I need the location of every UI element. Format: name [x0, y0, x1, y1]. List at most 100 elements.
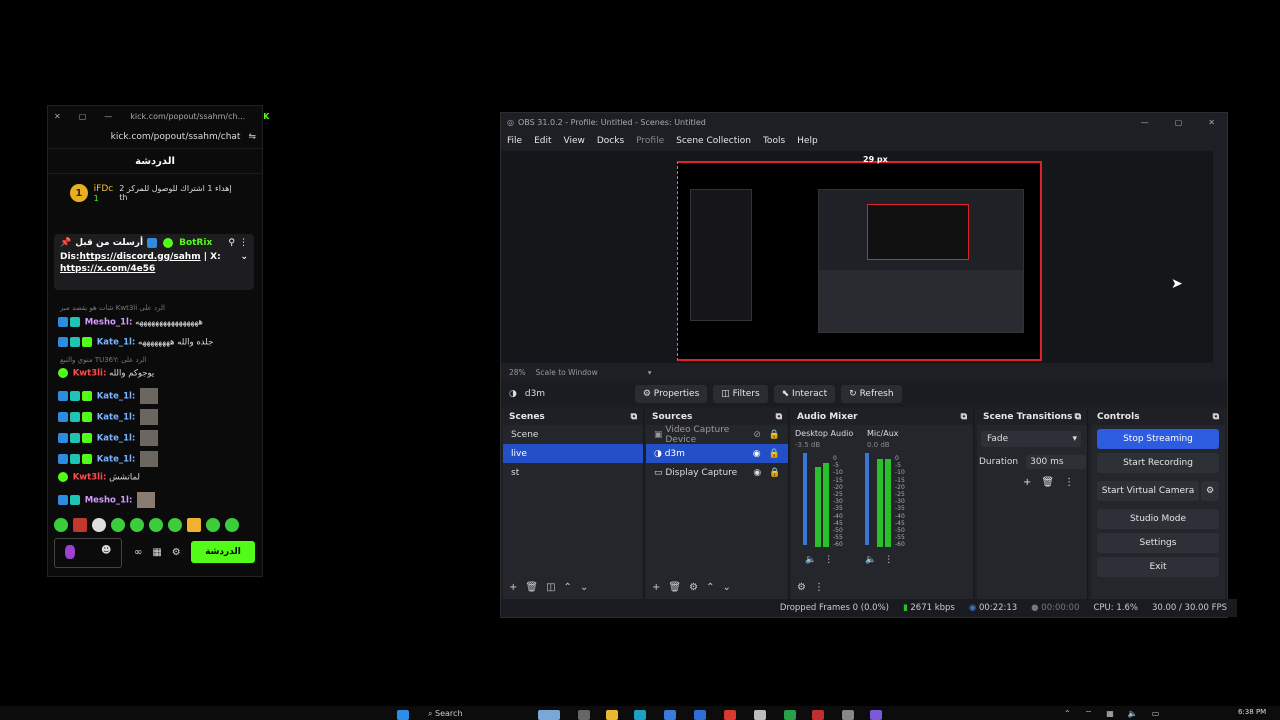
trash-icon[interactable]: 🗑	[668, 582, 681, 593]
hidden-eye-icon[interactable]: ⊘	[753, 430, 761, 440]
refresh-button[interactable]: ↻ Refresh	[841, 385, 902, 403]
mail-icon[interactable]	[694, 710, 706, 720]
message-user[interactable]: Kwt3li:	[73, 369, 107, 379]
exit-button[interactable]: Exit	[1097, 557, 1219, 577]
undock-icon[interactable]: ⧉	[1213, 412, 1219, 422]
emote-icon[interactable]	[73, 518, 87, 532]
transition-type-select[interactable]: Fade ▾	[981, 431, 1081, 447]
arrow-up-icon[interactable]: ⌃	[706, 582, 714, 593]
chevron-up-icon[interactable]: ⌃	[1064, 709, 1085, 718]
chat-url-bar[interactable]: kick.com/popout/ssahm/chat ⇋	[48, 126, 262, 149]
menu-docks[interactable]: Docks	[597, 136, 624, 146]
dropdown-arrow-icon[interactable]: ▾	[648, 368, 652, 377]
program-canvas[interactable]	[677, 161, 1042, 361]
send-chat-button[interactable]: الدردشة	[191, 541, 255, 563]
studio-mode-button[interactable]: Studio Mode	[1097, 509, 1219, 529]
expand-chevron-icon[interactable]: ⌄	[240, 252, 248, 262]
windows-start-icon[interactable]	[397, 710, 409, 720]
preview-area[interactable]: 29 px	[501, 151, 1213, 363]
app-icon[interactable]	[754, 710, 766, 720]
start-recording-button[interactable]: Start Recording	[1097, 453, 1219, 473]
app-icon[interactable]	[812, 710, 824, 720]
emote-icon[interactable]	[111, 518, 125, 532]
trash-icon[interactable]: 🗑	[525, 582, 538, 593]
maximize-icon[interactable]: ▢	[1175, 118, 1183, 127]
taskbar-search[interactable]: ⌕ Search	[428, 709, 463, 719]
emote-icon[interactable]	[187, 518, 201, 532]
undock-icon[interactable]: ⧉	[961, 412, 967, 422]
arrow-down-icon[interactable]: ⌄	[580, 582, 588, 593]
settings-button[interactable]: Settings	[1097, 533, 1219, 553]
add-icon[interactable]: +	[652, 582, 660, 593]
source-item[interactable]: ▭ Display Capture ◉ 🔒	[646, 463, 788, 482]
settings-gear-icon[interactable]: ⚙	[172, 547, 191, 558]
sub-goal-banner[interactable]: 1 iFDc 1 إهداء 1 اشتراك للوصول للمركز 2 …	[48, 174, 262, 212]
pinned-discord-link[interactable]: https://discord.gg/sahm	[80, 252, 201, 262]
chrome-icon[interactable]	[724, 710, 736, 720]
eye-icon[interactable]: ◉	[753, 449, 761, 459]
mic-volume-slider[interactable]	[865, 453, 869, 545]
clock[interactable]: 6:38 PM	[1238, 708, 1266, 716]
more-options-icon[interactable]: ⋮	[884, 555, 901, 565]
menu-help[interactable]: Help	[797, 136, 818, 146]
virtual-camera-gear-icon[interactable]: ⚙	[1201, 481, 1219, 501]
stop-streaming-button[interactable]: Stop Streaming	[1097, 429, 1219, 449]
emote-icon[interactable]	[206, 518, 220, 532]
widgets-icon[interactable]	[538, 710, 560, 720]
message-user[interactable]: Mesho_1l:	[85, 318, 133, 328]
maximize-icon[interactable]: ▢	[79, 112, 87, 121]
add-icon[interactable]: +	[509, 582, 517, 593]
interact-button[interactable]: ⬉ Interact	[773, 385, 836, 403]
close-icon[interactable]: ✕	[1208, 118, 1215, 127]
filters-button[interactable]: ◫ Filters	[713, 385, 768, 403]
network-icon[interactable]: ⌔	[1085, 709, 1107, 718]
emote-icon[interactable]	[130, 518, 144, 532]
more-options-icon[interactable]: ⋮	[814, 582, 824, 593]
message-user[interactable]: Kate_1l:	[97, 434, 136, 444]
more-options-icon[interactable]: ⋮	[239, 238, 248, 248]
minimize-icon[interactable]: —	[104, 112, 112, 121]
message-user[interactable]: Kate_1l:	[97, 392, 136, 402]
file-explorer-icon[interactable]	[606, 710, 618, 720]
scene-item[interactable]: st	[503, 463, 643, 482]
undock-icon[interactable]: ⧉	[776, 412, 782, 422]
source-item[interactable]: ▣ Video Capture Device ⊘ 🔒	[646, 425, 788, 445]
scene-item[interactable]: Scene	[503, 425, 643, 444]
close-icon[interactable]: ✕	[54, 112, 61, 121]
emote-icon[interactable]	[54, 518, 68, 532]
undock-icon[interactable]: ⧉	[631, 412, 637, 422]
task-view-icon[interactable]	[578, 710, 590, 720]
undock-icon[interactable]: ⧉	[1075, 412, 1081, 422]
message-user[interactable]: Kwt3li:	[73, 473, 107, 483]
menu-scene-collection[interactable]: Scene Collection	[676, 136, 751, 146]
properties-button[interactable]: ⚙ Properties	[634, 385, 708, 403]
start-virtual-camera-button[interactable]: Start Virtual Camera	[1097, 481, 1199, 501]
arrow-down-icon[interactable]: ⌄	[722, 582, 730, 593]
message-user[interactable]: Mesho_1l:	[85, 496, 133, 506]
discord-icon[interactable]	[870, 710, 882, 720]
speaker-icon[interactable]: 🔈	[805, 555, 824, 565]
emote-icon[interactable]	[168, 518, 182, 532]
more-options-icon[interactable]: ⋮	[1064, 477, 1084, 488]
message-user[interactable]: Kate_1l:	[97, 413, 136, 423]
trash-icon[interactable]: 🗑	[1041, 477, 1064, 488]
unpin-icon[interactable]: ⚲	[228, 238, 235, 248]
speaker-icon[interactable]: 🔈	[865, 555, 884, 565]
chat-message-input[interactable]: ☻	[54, 538, 122, 568]
filter-icon[interactable]: ◫	[546, 582, 555, 593]
store-icon[interactable]	[664, 710, 676, 720]
scene-item-selected[interactable]: live	[503, 444, 643, 463]
add-icon[interactable]: +	[1023, 477, 1041, 488]
app-icon[interactable]	[842, 710, 854, 720]
scale-mode-select[interactable]: Scale to Window	[536, 368, 598, 377]
desktop-volume-slider[interactable]	[803, 453, 807, 545]
message-user[interactable]: Kate_1l:	[97, 338, 136, 348]
lock-icon[interactable]: 🔒	[769, 449, 780, 459]
emoji-picker-icon[interactable]: ☻	[101, 545, 111, 556]
menu-edit[interactable]: Edit	[534, 136, 551, 146]
eye-icon[interactable]: ◉	[753, 468, 761, 478]
advanced-audio-gear-icon[interactable]: ⚙	[797, 582, 806, 593]
emote-icon[interactable]	[225, 518, 239, 532]
menu-view[interactable]: View	[564, 136, 585, 146]
volume-icon[interactable]: 🔈	[1128, 709, 1152, 718]
